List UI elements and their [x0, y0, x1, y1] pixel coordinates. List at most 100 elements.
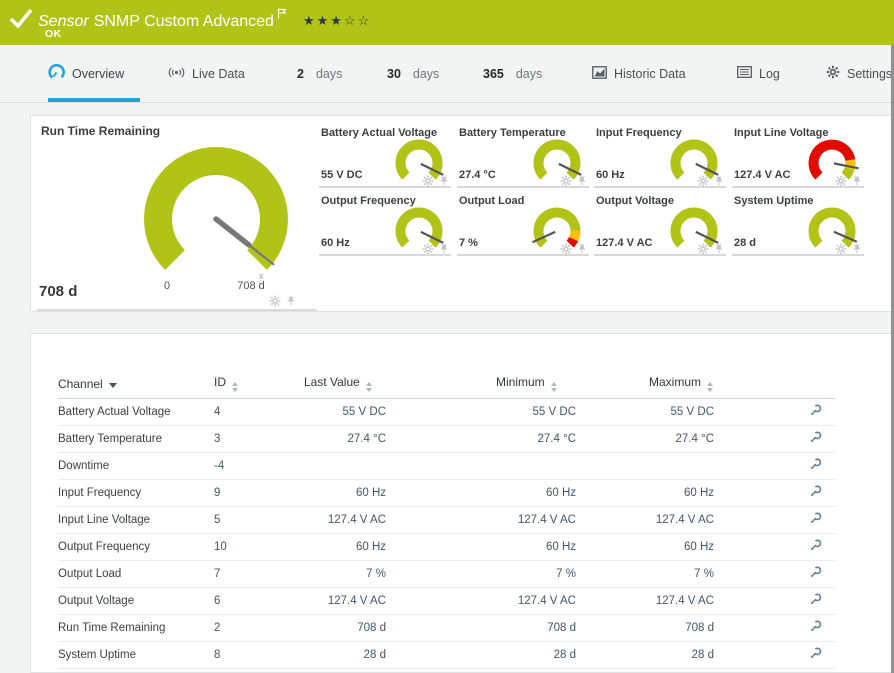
priority-flag-icon[interactable]: [277, 6, 287, 24]
channel-name[interactable]: Input Frequency: [58, 479, 214, 507]
column-header-id[interactable]: ID: [214, 370, 304, 399]
channel-minimum: 127.4 V AC: [496, 506, 576, 534]
column-header-maximum[interactable]: Maximum: [649, 370, 714, 399]
sort-icon: [232, 382, 238, 393]
gauge-cell: Battery Actual Voltage 55 V DC: [319, 124, 451, 188]
gauge-title: Battery Temperature: [459, 127, 566, 139]
table-row[interactable]: Output Load 7 7 % 7 % 7 %: [58, 560, 836, 588]
channel-settings-icon[interactable]: [809, 647, 822, 660]
pin-icon[interactable]: [438, 243, 450, 255]
channels-panel: Channel ID Last Value Minimum Maximum Ba…: [30, 333, 894, 673]
table-row[interactable]: Battery Temperature 3 27.4 °C 27.4 °C 27.4 °…: [58, 425, 836, 453]
gear-icon[interactable]: [697, 243, 709, 255]
channel-last-value: 60 Hz: [304, 479, 386, 507]
channel-maximum: 55 V DC: [649, 398, 714, 426]
channel-last-value: 127.4 V AC: [304, 587, 386, 615]
channel-minimum: 27.4 °C: [496, 425, 576, 453]
tab-365-days[interactable]: 365 days: [483, 45, 542, 102]
table-row[interactable]: Input Frequency 9 60 Hz 60 Hz 60 Hz: [58, 479, 836, 507]
channel-last-value: 127.4 V AC: [304, 506, 386, 534]
channel-name[interactable]: Battery Temperature: [58, 425, 214, 453]
channel-settings-icon[interactable]: [809, 566, 822, 579]
channel-settings-icon[interactable]: [809, 404, 822, 417]
table-row[interactable]: Input Line Voltage 5 127.4 V AC 127.4 V AC 1…: [58, 506, 836, 534]
tab-2-days[interactable]: 2 days: [297, 45, 342, 102]
tab-live-data[interactable]: Live Data: [168, 45, 245, 102]
channel-name[interactable]: System Uptime: [58, 641, 214, 669]
channel-last-value: 7 %: [304, 560, 386, 588]
gear-icon[interactable]: [422, 175, 434, 187]
gauge-value: 708 d: [39, 283, 78, 300]
channel-last-value: 60 Hz: [304, 533, 386, 561]
table-row[interactable]: Downtime -4: [58, 452, 836, 480]
gauge-title: Output Frequency: [321, 195, 416, 207]
channel-maximum: 60 Hz: [649, 533, 714, 561]
gear-icon[interactable]: [697, 175, 709, 187]
table-row[interactable]: Battery Actual Voltage 4 55 V DC 55 V DC 55 …: [58, 398, 836, 426]
channel-settings-icon[interactable]: [809, 458, 822, 471]
gauge-title: Output Load: [459, 195, 525, 207]
sort-icon: [550, 382, 557, 393]
sort-icon: [707, 382, 714, 393]
gear-icon[interactable]: [835, 175, 847, 187]
channel-id: -4: [214, 452, 304, 480]
channel-name[interactable]: Run Time Remaining: [58, 614, 214, 642]
gauge-value: 7 %: [459, 237, 478, 249]
channel-maximum: 127.4 V AC: [649, 587, 714, 615]
pin-icon[interactable]: [713, 243, 725, 255]
pin-icon[interactable]: [851, 175, 863, 187]
pin-icon[interactable]: [851, 243, 863, 255]
gear-icon[interactable]: [560, 175, 572, 187]
gear-icon: [826, 65, 840, 82]
column-header-channel[interactable]: Channel: [58, 370, 214, 399]
priority-stars[interactable]: ★★★☆☆: [303, 13, 371, 28]
channel-name[interactable]: Downtime: [58, 452, 214, 480]
gauges-panel: Run Time Remaining x 0 708 d 708 d Batte…: [30, 115, 894, 312]
gauge-value: 60 Hz: [321, 237, 350, 249]
gear-icon[interactable]: [560, 243, 572, 255]
channel-settings-icon[interactable]: [809, 620, 822, 633]
gauge-value: 60 Hz: [596, 169, 625, 181]
pin-icon[interactable]: [576, 243, 588, 255]
column-header-last-value[interactable]: Last Value: [304, 370, 386, 399]
channel-settings-icon[interactable]: [809, 539, 822, 552]
gear-icon[interactable]: [269, 295, 281, 307]
gauge-cell: Battery Temperature 27.4 °C: [457, 124, 589, 188]
channel-name[interactable]: Output Frequency: [58, 533, 214, 561]
tab-settings[interactable]: Settings: [826, 45, 892, 102]
gear-icon[interactable]: [835, 243, 847, 255]
column-header-minimum[interactable]: Minimum: [496, 370, 576, 399]
channel-settings-icon[interactable]: [809, 512, 822, 525]
gauge-value: 127.4 V AC: [734, 169, 791, 181]
table-row[interactable]: System Uptime 8 28 d 28 d 28 d: [58, 641, 836, 669]
tab-30-days[interactable]: 30 days: [387, 45, 439, 102]
table-row[interactable]: Output Frequency 10 60 Hz 60 Hz 60 Hz: [58, 533, 836, 561]
channel-name[interactable]: Battery Actual Voltage: [58, 398, 214, 426]
channel-settings-icon[interactable]: [809, 485, 822, 498]
pin-icon[interactable]: [438, 175, 450, 187]
channel-last-value: 708 d: [304, 614, 386, 642]
gauge-value: 127.4 V AC: [596, 237, 653, 249]
ok-check-icon: [8, 6, 34, 35]
channel-settings-icon[interactable]: [809, 431, 822, 444]
channel-last-value: 27.4 °C: [304, 425, 386, 453]
channel-last-value: 55 V DC: [304, 398, 386, 426]
channel-id: 9: [214, 479, 304, 507]
gauge-tab-icon: [48, 63, 65, 84]
table-row[interactable]: Run Time Remaining 2 708 d 708 d 708 d: [58, 614, 836, 642]
sort-desc-icon: [108, 382, 117, 388]
table-row[interactable]: Output Voltage 6 127.4 V AC 127.4 V AC 127.4…: [58, 587, 836, 615]
tab-overview[interactable]: Overview: [48, 45, 141, 102]
tab-log[interactable]: Log: [737, 45, 780, 102]
channel-name[interactable]: Output Voltage: [58, 587, 214, 615]
pin-icon[interactable]: [576, 175, 588, 187]
gauge-title: Input Line Voltage: [734, 127, 829, 139]
channel-settings-icon[interactable]: [809, 593, 822, 606]
channel-name[interactable]: Input Line Voltage: [58, 506, 214, 534]
channel-name[interactable]: Output Load: [58, 560, 214, 588]
pin-icon[interactable]: [285, 295, 297, 307]
cell-divider: [37, 309, 317, 311]
tab-historic-data[interactable]: Historic Data: [592, 45, 686, 102]
gear-icon[interactable]: [422, 243, 434, 255]
pin-icon[interactable]: [713, 175, 725, 187]
